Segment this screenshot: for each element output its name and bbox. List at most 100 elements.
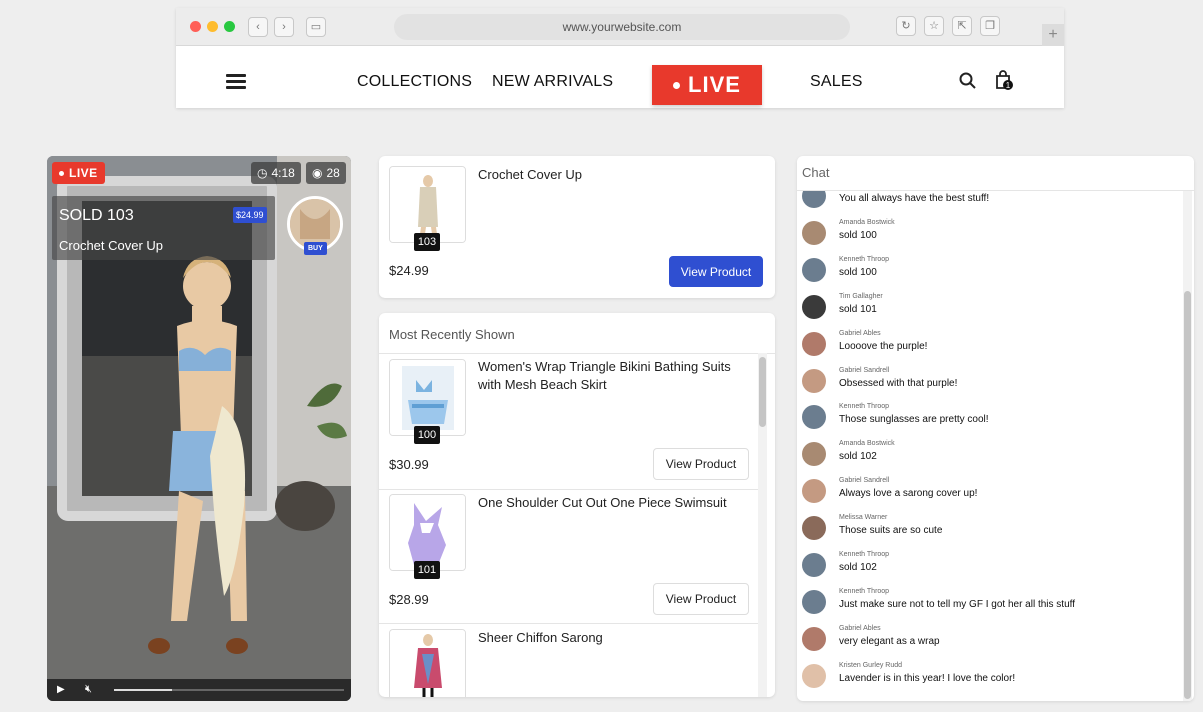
- avatar[interactable]: [802, 405, 826, 430]
- item-divider: [379, 623, 759, 624]
- view-product-button[interactable]: View Product: [653, 583, 749, 615]
- product-title[interactable]: One Shoulder Cut Out One Piece Swimsuit: [478, 494, 727, 512]
- viewer-count: ◉ 28: [306, 162, 346, 184]
- chat-scrollbar[interactable]: [1183, 191, 1192, 701]
- shopping-bag-icon[interactable]: 1: [992, 68, 1016, 97]
- window-controls: [190, 21, 235, 32]
- back-button[interactable]: ‹: [248, 17, 268, 37]
- clock-icon: ◷: [257, 166, 268, 180]
- nav-live-button[interactable]: LIVE: [652, 65, 762, 105]
- chat-message-list[interactable]: Kenneth Throop You all always have the be…: [797, 191, 1177, 699]
- video-live-badge: LIVE: [52, 162, 105, 184]
- chat-text: Obsessed with that purple!: [839, 377, 958, 389]
- eye-icon: ◉: [312, 166, 323, 180]
- list-scrollbar[interactable]: [758, 353, 767, 697]
- chat-text: sold 100: [839, 229, 877, 241]
- play-icon[interactable]: ▶: [57, 684, 65, 695]
- live-video-player[interactable]: LIVE ◷ 4:18 ◉ 28 SOLD 103 $24.99 Crochet…: [47, 156, 351, 701]
- reload-button[interactable]: ↻: [896, 16, 916, 36]
- address-bar[interactable]: www.yourwebsite.com: [394, 14, 850, 40]
- overlay-product-name: Crochet Cover Up: [59, 238, 164, 253]
- minimize-window-dot[interactable]: [207, 21, 218, 32]
- bookmark-button[interactable]: ☆: [924, 16, 944, 36]
- zoom-window-dot[interactable]: [224, 21, 235, 32]
- avatar[interactable]: [802, 479, 826, 504]
- chat-author: Tim Gallagher: [839, 292, 883, 300]
- product-image[interactable]: [389, 359, 466, 436]
- avatar[interactable]: [802, 331, 826, 356]
- viewer-count-text: 28: [326, 166, 340, 180]
- chat-text: Just make sure not to tell my GF I got h…: [839, 598, 1076, 610]
- close-window-dot[interactable]: [190, 21, 201, 32]
- live-dot-icon: [673, 81, 681, 89]
- view-product-button[interactable]: View Product: [653, 448, 749, 480]
- buy-button[interactable]: BUY: [304, 242, 327, 255]
- item-divider: [379, 489, 759, 490]
- product-image[interactable]: [389, 629, 466, 697]
- featured-product-image[interactable]: [389, 166, 466, 243]
- avatar[interactable]: [802, 191, 826, 208]
- search-icon[interactable]: [959, 72, 977, 95]
- avatar[interactable]: [802, 368, 826, 393]
- chat-author: Kenneth Throop: [839, 551, 890, 558]
- featured-view-product-button[interactable]: View Product: [669, 256, 763, 287]
- chat-author: Gabriel Sandrell: [839, 477, 890, 485]
- list-scroll-thumb[interactable]: [759, 357, 766, 427]
- chat-text: Always love a sarong cover up!: [839, 488, 978, 500]
- video-live-label: LIVE: [69, 166, 98, 180]
- chat-text: You all always have the best stuff!: [839, 193, 990, 204]
- browser-toolbar: ‹ › ▭ www.yourwebsite.com ↻ ☆ ⇱ ❐ +: [176, 8, 1064, 46]
- forward-button[interactable]: ›: [274, 17, 294, 37]
- product-title-line: with Mesh Beach Skirt: [478, 377, 607, 392]
- chat-author: Melissa Warner: [839, 514, 888, 522]
- mute-icon[interactable]: 🔇︎: [85, 683, 92, 696]
- avatar[interactable]: [802, 257, 826, 282]
- chat-author: Kenneth Throop: [839, 403, 890, 411]
- avatar[interactable]: [802, 294, 826, 319]
- chat-title: Chat: [802, 165, 830, 180]
- chevron-left-icon: ‹: [256, 20, 260, 33]
- star-icon: ☆: [929, 19, 939, 32]
- share-button[interactable]: ⇱: [952, 16, 972, 36]
- avatar[interactable]: [802, 553, 826, 577]
- avatar[interactable]: [802, 589, 826, 614]
- product-title[interactable]: Women's Wrap Triangle Bikini Bathing Sui…: [478, 358, 731, 394]
- chat-text: sold 100: [839, 266, 877, 278]
- sidebar-icon: ▭: [310, 20, 322, 33]
- chat-text: sold 102: [839, 562, 877, 573]
- qty-badge: 100: [414, 426, 440, 444]
- nav-collections[interactable]: COLLECTIONS: [357, 73, 472, 91]
- chat-author: Gabriel Ables: [839, 624, 881, 632]
- menu-icon[interactable]: [226, 74, 246, 92]
- avatar[interactable]: [802, 442, 826, 467]
- featured-product-title[interactable]: Crochet Cover Up: [478, 166, 582, 184]
- seek-bar[interactable]: [114, 689, 344, 691]
- qty-badge: 101: [414, 561, 440, 579]
- chat-text: sold 101: [839, 303, 877, 315]
- duration-text: 4:18: [271, 166, 295, 180]
- chat-author: Kenneth Throop: [839, 255, 890, 263]
- featured-product-card: 103 Crochet Cover Up $24.99 View Product: [379, 156, 775, 298]
- avatar[interactable]: [802, 626, 826, 651]
- product-title[interactable]: Sheer Chiffon Sarong: [478, 629, 603, 647]
- chat-text: sold 102: [839, 451, 877, 463]
- avatar[interactable]: [802, 663, 826, 688]
- overlay-price: $24.99: [233, 207, 267, 223]
- sold-overlay: SOLD 103 $24.99 Crochet Cover Up: [52, 196, 275, 260]
- chat-text: Lavender is in this year! I love the col…: [839, 672, 1016, 684]
- avatar[interactable]: [802, 516, 826, 541]
- new-tab-button[interactable]: +: [1042, 24, 1064, 46]
- nav-sales[interactable]: SALES: [810, 73, 863, 91]
- nav-new-arrivals[interactable]: NEW ARRIVALS: [492, 73, 613, 91]
- avatar[interactable]: [802, 220, 826, 245]
- chat-author: Amanda Bostwick: [839, 440, 895, 448]
- share-icon: ⇱: [957, 19, 967, 32]
- tabs-button[interactable]: ❐: [980, 16, 1000, 36]
- url-text: www.yourwebsite.com: [562, 20, 682, 34]
- featured-qty-badge: 103: [414, 233, 440, 251]
- featured-product-price: $24.99: [389, 263, 429, 278]
- chat-scroll-thumb[interactable]: [1184, 291, 1191, 699]
- product-image[interactable]: [389, 494, 466, 571]
- tabs-icon: ❐: [985, 19, 995, 32]
- sidebar-toggle-button[interactable]: ▭: [306, 17, 326, 37]
